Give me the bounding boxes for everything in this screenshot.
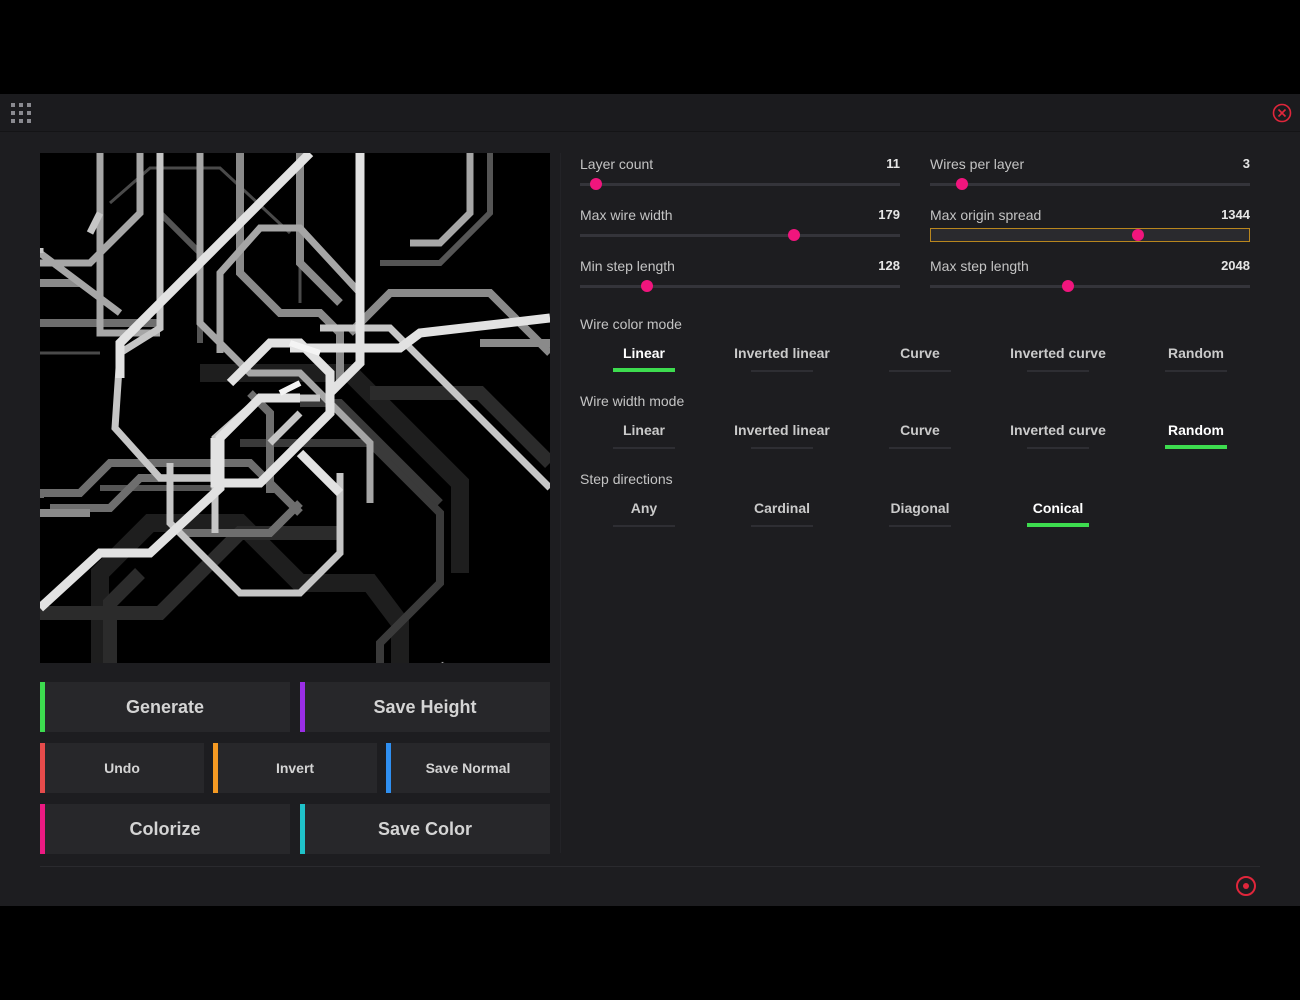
save-height-button-label: Save Height xyxy=(373,696,477,717)
option-inverted-linear[interactable]: Inverted linear xyxy=(717,422,847,449)
option-label: Inverted linear xyxy=(734,345,830,361)
target-icon[interactable] xyxy=(1235,875,1257,897)
invert-button-accent xyxy=(213,743,218,793)
colorize-button[interactable]: Colorize xyxy=(40,804,290,854)
option-underline xyxy=(613,368,675,372)
preview-canvas[interactable] xyxy=(40,153,550,663)
slider-track[interactable] xyxy=(930,228,1250,242)
colorize-button-label: Colorize xyxy=(129,818,201,839)
slider-knob[interactable] xyxy=(956,178,968,190)
option-underline xyxy=(613,447,675,449)
option-inverted-curve[interactable]: Inverted curve xyxy=(993,345,1123,372)
generate-button[interactable]: Generate xyxy=(40,682,290,732)
option-underline xyxy=(889,370,951,372)
slider-knob[interactable] xyxy=(788,229,801,241)
option-underline xyxy=(1027,370,1089,372)
save-height-button[interactable]: Save Height xyxy=(300,682,550,732)
section-label: Step directions xyxy=(580,471,673,487)
option-label: Linear xyxy=(622,345,665,361)
undo-button-accent xyxy=(40,743,45,793)
option-label: Inverted curve xyxy=(1010,345,1106,361)
option-label: Linear xyxy=(622,422,665,438)
option-inverted-curve[interactable]: Inverted curve xyxy=(993,422,1123,449)
slider-value: 1344 xyxy=(1221,207,1250,222)
option-linear[interactable]: Linear xyxy=(579,422,709,449)
invert-button[interactable]: Invert xyxy=(213,743,377,793)
option-inverted-linear[interactable]: Inverted linear xyxy=(717,345,847,372)
option-curve[interactable]: Curve xyxy=(855,345,985,372)
option-label: Random xyxy=(1168,422,1224,438)
save-color-button[interactable]: Save Color xyxy=(300,804,550,854)
title-bar xyxy=(0,94,1300,132)
app-window: Generate Save Height Undo Invert Save No… xyxy=(0,94,1300,906)
option-label: Conical xyxy=(1032,500,1084,516)
option-underline xyxy=(613,525,675,527)
save-height-button-accent xyxy=(300,682,305,732)
slider-knob[interactable] xyxy=(590,178,602,190)
save-color-button-accent xyxy=(300,804,305,854)
slider-track[interactable] xyxy=(930,285,1250,288)
slider-label: Max step length xyxy=(930,258,1029,274)
save-color-button-label: Save Color xyxy=(377,818,473,839)
section-label: Wire color mode xyxy=(580,316,682,332)
slider-label: Wires per layer xyxy=(930,156,1025,172)
colorize-button-accent xyxy=(40,804,45,854)
option-random[interactable]: Random xyxy=(1131,345,1261,372)
option-underline xyxy=(889,447,951,449)
option-label: Inverted curve xyxy=(1010,422,1106,438)
option-label: Curve xyxy=(900,422,940,438)
option-label: Diagonal xyxy=(890,500,950,516)
slider-knob[interactable] xyxy=(1061,280,1074,292)
option-label: Inverted linear xyxy=(734,422,830,438)
option-cardinal[interactable]: Cardinal xyxy=(717,500,847,527)
option-underline xyxy=(751,447,813,449)
option-random[interactable]: Random xyxy=(1131,422,1261,449)
option-label: Cardinal xyxy=(753,500,810,516)
slider-track[interactable] xyxy=(580,234,900,237)
option-underline xyxy=(889,525,951,527)
slider-value: 3 xyxy=(1242,156,1250,171)
option-underline xyxy=(1165,445,1227,449)
option-curve[interactable]: Curve xyxy=(855,422,985,449)
slider-value: 179 xyxy=(878,207,900,222)
option-label: Random xyxy=(1168,345,1224,361)
undo-button-label: Undo xyxy=(104,760,140,776)
save-normal-button-label: Save Normal xyxy=(425,760,511,776)
undo-button[interactable]: Undo xyxy=(40,743,204,793)
option-underline xyxy=(751,370,813,372)
close-icon[interactable] xyxy=(1272,103,1292,123)
slider-value: 2048 xyxy=(1221,258,1250,273)
slider-label: Layer count xyxy=(580,156,654,172)
option-underline xyxy=(1165,370,1227,372)
grid-icon[interactable] xyxy=(9,101,33,125)
footer-divider xyxy=(40,866,1260,867)
slider-track[interactable] xyxy=(580,183,900,186)
hand-cursor-icon xyxy=(440,661,445,663)
save-normal-button-accent xyxy=(386,743,391,793)
option-underline xyxy=(751,525,813,527)
option-any[interactable]: Any xyxy=(579,500,709,527)
panel-divider xyxy=(560,153,561,853)
slider-track[interactable] xyxy=(930,183,1250,186)
option-label: Any xyxy=(630,500,658,516)
option-conical[interactable]: Conical xyxy=(993,500,1123,527)
save-normal-button[interactable]: Save Normal xyxy=(386,743,550,793)
slider-knob[interactable] xyxy=(641,280,654,292)
option-label: Curve xyxy=(900,345,940,361)
option-linear[interactable]: Linear xyxy=(579,345,709,372)
slider-knob[interactable] xyxy=(1132,229,1144,241)
slider-label: Max wire width xyxy=(580,207,673,223)
slider-label: Max origin spread xyxy=(930,207,1042,223)
option-underline xyxy=(1027,447,1089,449)
option-underline xyxy=(1027,523,1089,527)
generate-button-label: Generate xyxy=(125,696,205,717)
slider-value: 128 xyxy=(878,258,900,273)
option-diagonal[interactable]: Diagonal xyxy=(855,500,985,527)
slider-track[interactable] xyxy=(580,285,900,288)
section-label: Wire width mode xyxy=(580,393,685,409)
generate-button-accent xyxy=(40,682,45,732)
invert-button-label: Invert xyxy=(275,760,315,776)
slider-value: 11 xyxy=(886,156,900,171)
slider-label: Min step length xyxy=(580,258,675,274)
